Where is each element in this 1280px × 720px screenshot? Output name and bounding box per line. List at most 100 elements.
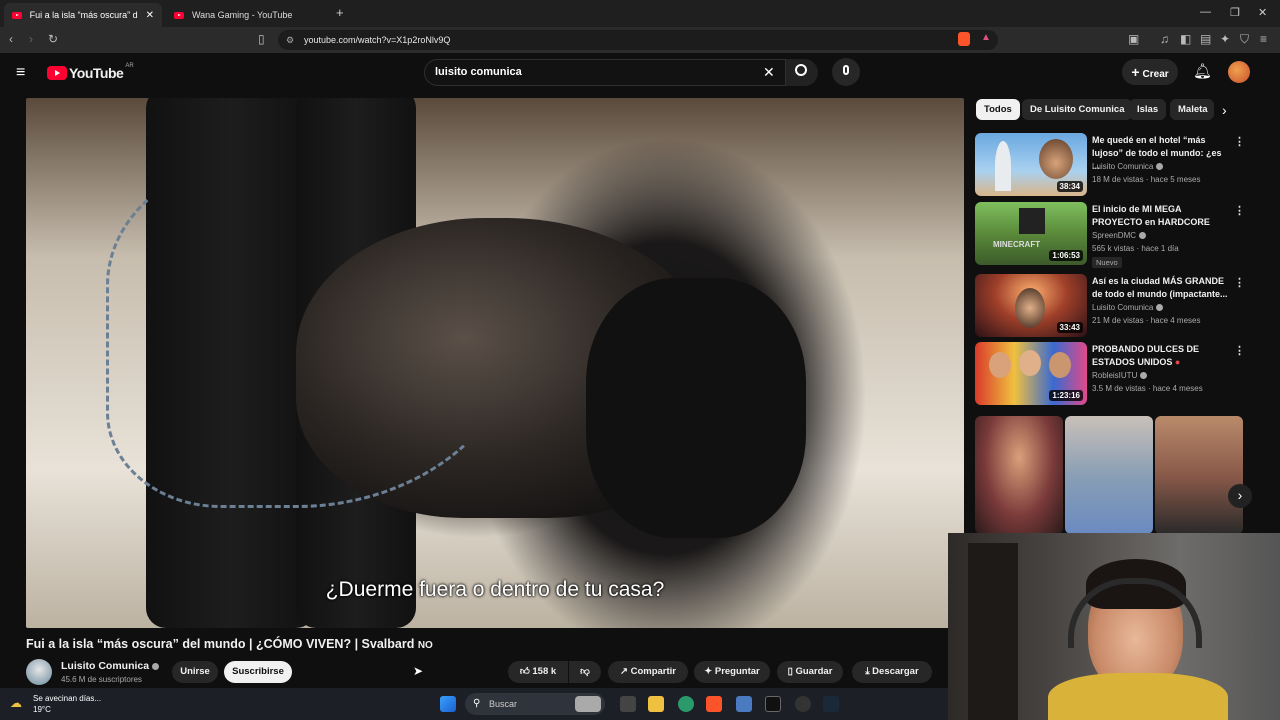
- weather-widget[interactable]: Se avecinan días... 19°C: [33, 693, 101, 715]
- channel-avatar[interactable]: [26, 659, 52, 685]
- temperature: 19°C: [33, 705, 51, 714]
- file-explorer-icon[interactable]: [648, 696, 664, 712]
- edge-icon[interactable]: [678, 696, 694, 712]
- more-options-icon[interactable]: ⋮: [1234, 344, 1245, 357]
- youtube-favicon-icon: [174, 11, 184, 19]
- channel-name[interactable]: Luisito Comunica: [1092, 303, 1164, 312]
- video-player[interactable]: ¿Duerme fuera o dentro de tu casa?: [26, 98, 964, 628]
- thumbs-down-icon: 👎︎: [580, 666, 590, 677]
- recommended-video[interactable]: 1:23:16 PROBANDO DULCES DE ESTADOS UNIDO…: [975, 342, 1245, 406]
- photos-icon[interactable]: [736, 696, 752, 712]
- search-input[interactable]: luisito comunica ✕: [424, 59, 786, 86]
- wallet-icon[interactable]: ▤: [1200, 32, 1211, 46]
- hamburger-menu-icon[interactable]: ≡: [16, 64, 25, 82]
- share-button[interactable]: ↗ Compartir: [608, 661, 688, 683]
- video-thumbnail[interactable]: MINECRAFT 1:06:53: [975, 202, 1087, 265]
- task-view-icon[interactable]: [620, 696, 636, 712]
- chip-suitcase[interactable]: Maleta: [1170, 99, 1214, 120]
- video-title[interactable]: Así es la ciudad MÁS GRANDE de todo el m…: [1092, 275, 1228, 301]
- capcut-icon[interactable]: [765, 696, 781, 712]
- recommended-video[interactable]: 33:43 Así es la ciudad MÁS GRANDE de tod…: [975, 274, 1245, 338]
- vpn-icon[interactable]: ⛉: [1240, 32, 1249, 47]
- title-suffix: NO: [417, 640, 433, 651]
- video-meta: 18 M de vistas · hace 5 meses: [1092, 175, 1201, 184]
- chip-all[interactable]: Todos: [976, 99, 1020, 120]
- join-button[interactable]: Unirse: [172, 661, 218, 683]
- short-thumbnail[interactable]: [1065, 416, 1153, 534]
- voice-search-button[interactable]: [832, 58, 860, 86]
- steam-icon[interactable]: [823, 696, 839, 712]
- close-tab-icon[interactable]: ✕: [146, 10, 154, 21]
- verified-icon: [1140, 372, 1148, 380]
- close-window-icon[interactable]: ✕: [1258, 6, 1267, 19]
- chevron-right-icon[interactable]: ›: [1222, 102, 1227, 118]
- weather-icon[interactable]: ☁: [10, 696, 22, 710]
- search-icon: [795, 64, 807, 76]
- more-options-icon[interactable]: ⋮: [1234, 204, 1245, 217]
- brave-icon[interactable]: [706, 696, 722, 712]
- obs-icon[interactable]: [795, 696, 811, 712]
- back-icon[interactable]: ‹: [9, 32, 13, 46]
- video-thumbnail[interactable]: 1:23:16: [975, 342, 1087, 405]
- duration-badge: 38:34: [1056, 181, 1083, 192]
- tab-wana-gaming[interactable]: Wana Gaming - YouTube: [166, 3, 326, 27]
- forward-icon[interactable]: ›: [29, 32, 33, 46]
- taskbar-search-input[interactable]: ⚲ Buscar: [465, 693, 605, 715]
- subscribe-button[interactable]: Suscribirse: [224, 661, 292, 683]
- short-thumbnail[interactable]: [1155, 416, 1243, 534]
- person-face: [989, 352, 1011, 378]
- restore-icon[interactable]: ❐: [1230, 6, 1240, 19]
- new-tab-icon[interactable]: +: [336, 5, 344, 20]
- search-value: luisito comunica: [435, 66, 522, 78]
- more-options-icon[interactable]: ⋮: [1234, 276, 1245, 289]
- create-button[interactable]: + Crear: [1122, 59, 1178, 85]
- youtube-logo[interactable]: YouTube AR: [47, 63, 134, 81]
- video-thumbnail[interactable]: 33:43: [975, 274, 1087, 337]
- verified-icon: [1156, 163, 1164, 171]
- recommended-video[interactable]: MINECRAFT 1:06:53 El inicio de MI MEGA P…: [975, 202, 1245, 268]
- recommended-video[interactable]: 38:34 Me quedé en el hotel “más lujoso” …: [975, 133, 1245, 197]
- download-button[interactable]: ⤓ Descargar: [852, 661, 932, 683]
- tab-video[interactable]: Fui a la isla “más oscura” del ✕: [4, 3, 162, 27]
- leo-ai-icon[interactable]: ✦: [1220, 32, 1230, 46]
- channel-name[interactable]: Luisito Comunica: [1092, 162, 1164, 171]
- bookmark-icon[interactable]: ▯: [258, 32, 265, 46]
- account-avatar[interactable]: [1228, 61, 1250, 83]
- brave-rewards-icon[interactable]: ▲: [981, 32, 991, 43]
- url-text: youtube.com/watch?v=X1p2roNlv9Q: [304, 35, 451, 45]
- chip-islands[interactable]: Islas: [1129, 99, 1167, 120]
- dislike-button[interactable]: 👎︎: [569, 661, 601, 683]
- like-button[interactable]: 👍︎ 158 k: [508, 661, 568, 683]
- menu-icon[interactable]: ≡: [1260, 32, 1267, 46]
- sidebar-icon[interactable]: ▣: [1128, 32, 1139, 46]
- shorts-next-icon[interactable]: ›: [1228, 484, 1252, 508]
- like-count: 158 k: [532, 666, 557, 677]
- music-icon[interactable]: ♫: [1160, 32, 1169, 46]
- channel-name[interactable]: RobleisIUTU: [1092, 371, 1148, 380]
- video-title[interactable]: PROBANDO DULCES DE ESTADOS UNIDOS ●: [1092, 343, 1228, 369]
- site-info-icon[interactable]: ⚙: [286, 30, 294, 50]
- address-toolbar: ‹ › ↻ ▯ ⚙ youtube.com/watch?v=X1p2roNlv9…: [0, 27, 1280, 53]
- split-view-icon[interactable]: ◧: [1180, 32, 1191, 46]
- windows-taskbar: ☁ Se avecinan días... 19°C ⚲ Buscar: [0, 688, 948, 720]
- clear-search-icon[interactable]: ✕: [763, 60, 775, 85]
- thumbs-up-icon: 👍︎: [519, 666, 530, 677]
- short-thumbnail[interactable]: [975, 416, 1063, 534]
- chip-from-channel[interactable]: De Luisito Comunica: [1022, 99, 1133, 120]
- video-thumbnail[interactable]: 38:34: [975, 133, 1087, 196]
- video-title[interactable]: El inicio de MI MEGA PROYECTO en HARDCOR…: [1092, 203, 1228, 229]
- channel-name[interactable]: SpreenDMC: [1092, 231, 1147, 240]
- more-options-icon[interactable]: ⋮: [1234, 135, 1245, 148]
- notifications-bell-icon[interactable]: 🔔︎: [1193, 62, 1212, 80]
- save-button[interactable]: ▯ Guardar: [777, 661, 843, 683]
- url-field[interactable]: ⚙ youtube.com/watch?v=X1p2roNlv9Q: [278, 30, 998, 50]
- ask-button[interactable]: ✦ Preguntar: [694, 661, 770, 683]
- channel-name[interactable]: Luisito Comunica: [61, 660, 160, 672]
- search-button[interactable]: [786, 59, 818, 86]
- streamer-shirt: [1048, 673, 1228, 720]
- minimize-icon[interactable]: —: [1200, 6, 1211, 18]
- brave-shields-icon[interactable]: [958, 32, 970, 46]
- reload-icon[interactable]: ↻: [48, 32, 58, 46]
- verified-icon: [152, 662, 160, 670]
- windows-start-icon[interactable]: [440, 696, 456, 712]
